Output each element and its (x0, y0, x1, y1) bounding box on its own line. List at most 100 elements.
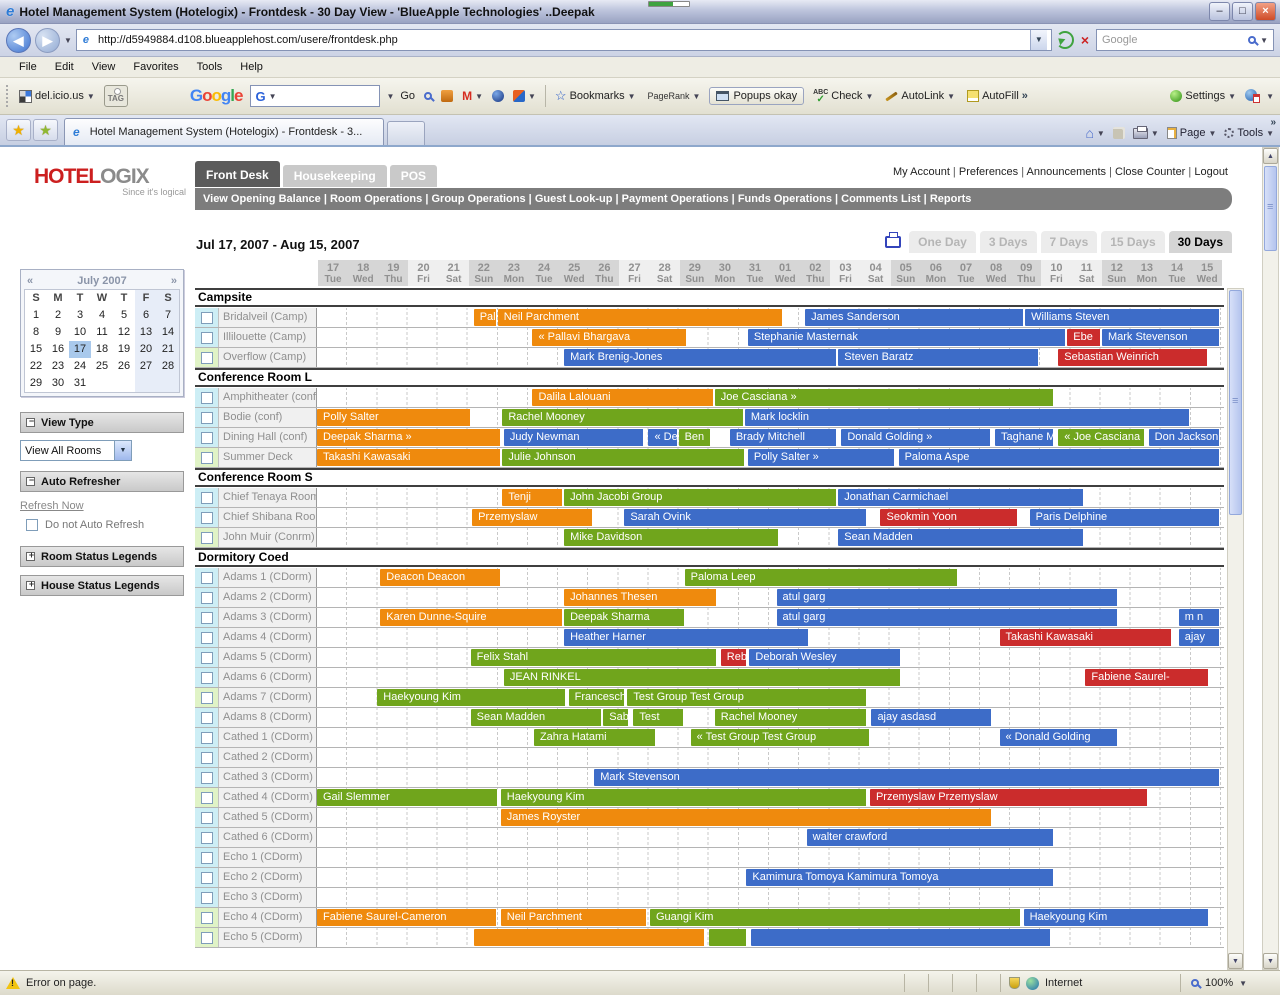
booking-bar[interactable]: Reb (720, 649, 747, 666)
minimize-button[interactable]: – (1209, 2, 1230, 21)
booking-bar[interactable]: Deepak Sharma » (317, 429, 502, 446)
search-box[interactable]: Google ▼ (1096, 29, 1274, 51)
menu-file[interactable]: File (10, 61, 46, 73)
settings-button[interactable]: Settings ▼ (1167, 88, 1239, 104)
calendar-day[interactable]: 12 (113, 324, 135, 341)
booking-bar[interactable]: Rachel Mooney (502, 409, 744, 426)
booking-bar[interactable]: Sean Madden (470, 709, 603, 726)
calendar-next-icon[interactable]: » (171, 275, 177, 287)
calendar-day[interactable]: 6 (135, 307, 157, 324)
grid-scroll-down-icon[interactable]: ▼ (1228, 953, 1243, 969)
booking-bar[interactable]: Stephanie Masternak (747, 329, 1067, 346)
blogger-button[interactable]: ▼ (510, 88, 539, 104)
ops-menu-group-operations[interactable]: Group Operations (431, 193, 525, 205)
calendar-day[interactable]: 2 (47, 307, 69, 324)
dropdown-arrow-icon[interactable]: ▼ (114, 441, 131, 460)
room-checkbox[interactable] (200, 891, 213, 904)
page-menu-button[interactable]: Page ▼ (1166, 127, 1216, 139)
error-warning-icon[interactable] (6, 977, 20, 989)
booking-bar[interactable]: « Joe Casciana (1058, 429, 1145, 446)
sidebar-section-auto-refresher[interactable]: Auto Refresher (20, 471, 184, 492)
calendar-day[interactable]: 1 (25, 307, 47, 324)
booking-bar[interactable]: Fabiene Saurel- (1085, 669, 1210, 686)
send-to-button[interactable] (1245, 89, 1261, 103)
bookmarks-button[interactable]: ☆ Bookmarks ▼ (552, 86, 639, 106)
room-checkbox[interactable] (200, 431, 213, 444)
booking-bar[interactable]: Neil Parchment (497, 309, 784, 326)
print-button[interactable]: ▼ (1132, 125, 1159, 139)
autolink-dropdown-icon[interactable]: ▼ (947, 92, 955, 101)
room-checkbox[interactable] (200, 351, 213, 364)
calendar-day[interactable]: 11 (91, 324, 113, 341)
bookmarks-dropdown-icon[interactable]: ▼ (628, 92, 636, 101)
room-checkbox[interactable] (200, 691, 213, 704)
autofill-button[interactable]: AutoFill » (964, 88, 1031, 104)
booking-bar[interactable]: Judy Newman (503, 429, 645, 446)
account-link-announcements[interactable]: Announcements (1027, 166, 1107, 178)
ops-menu-comments-list[interactable]: Comments List (841, 193, 920, 205)
view-30-days[interactable]: 30 Days (1168, 231, 1232, 253)
account-link-preferences[interactable]: Preferences (959, 166, 1018, 178)
booking-bar[interactable]: JEAN RINKEL (503, 669, 901, 686)
room-checkbox[interactable] (200, 651, 213, 664)
booking-bar[interactable]: Przemyslaw Przemyslaw (869, 789, 1148, 806)
page-scrollbar-thumb[interactable] (1264, 166, 1277, 251)
room-checkbox[interactable] (200, 631, 213, 644)
url-text[interactable]: http://d5949884.d108.blueapplehost.com/u… (98, 34, 1026, 46)
tools-dropdown-icon[interactable]: ▼ (1266, 129, 1274, 138)
booking-bar[interactable]: Johannes Thesen (564, 589, 717, 606)
booking-bar[interactable]: Don Jackson (1148, 429, 1220, 446)
feeds-icon[interactable] (1112, 127, 1125, 139)
calendar-prev-icon[interactable]: « (27, 275, 33, 287)
ops-menu-room-operations[interactable]: Room Operations (330, 193, 422, 205)
booking-bar[interactable]: m n (1178, 609, 1220, 626)
tag-button[interactable]: TAG (103, 85, 128, 107)
ops-menu-funds-operations[interactable]: Funds Operations (738, 193, 832, 205)
google-search-dropdown-icon[interactable]: ▼ (269, 92, 277, 101)
grid-scrollbar-thumb[interactable] (1229, 290, 1242, 515)
booking-bar[interactable]: Takashi Kawasaki (317, 449, 502, 466)
room-checkbox[interactable] (200, 511, 213, 524)
tab-housekeeping[interactable]: Housekeeping (282, 165, 387, 187)
send-to-dropdown-icon[interactable]: ▼ (1266, 92, 1274, 101)
blogger-dropdown-icon[interactable]: ▼ (528, 92, 536, 101)
booking-bar[interactable]: Felix Stahl (470, 649, 717, 666)
calendar-day[interactable]: 25 (91, 358, 113, 375)
auto-refresh-checkbox[interactable] (26, 519, 38, 531)
page-scroll-down-icon[interactable]: ▼ (1263, 953, 1278, 969)
spellcheck-dropdown-icon[interactable]: ▼ (865, 92, 873, 101)
booking-bar[interactable]: Palla (473, 309, 497, 326)
calendar-day[interactable]: 23 (47, 358, 69, 375)
booking-bar[interactable]: Sab (603, 709, 630, 726)
booking-bar[interactable]: Ebe (1067, 329, 1101, 346)
delicious-button[interactable]: del.icio.us ▼ (16, 88, 98, 105)
view-one-day[interactable]: One Day (909, 231, 976, 253)
booking-bar[interactable]: atul garg (776, 609, 1118, 626)
booking-bar[interactable]: Mike Davidson (564, 529, 779, 546)
booking-bar[interactable]: Sarah Ovink (624, 509, 868, 526)
booking-bar[interactable]: Zahra Hatami (533, 729, 657, 746)
ops-menu-reports[interactable]: Reports (930, 193, 972, 205)
room-checkbox[interactable] (200, 311, 213, 324)
search-placeholder[interactable]: Google (1102, 34, 1244, 46)
calendar-day[interactable]: 26 (113, 358, 135, 375)
booking-bar[interactable]: Sebastian Weinrich (1058, 349, 1208, 366)
booking-bar[interactable]: ajay (1178, 629, 1220, 646)
booking-bar[interactable]: Williams Steven (1025, 309, 1220, 326)
view-type-dropdown[interactable]: View All Rooms ▼ (20, 440, 132, 461)
stop-icon[interactable]: × (1078, 32, 1092, 48)
delicious-dropdown-icon[interactable]: ▼ (87, 92, 95, 101)
room-checkbox[interactable] (200, 671, 213, 684)
booking-bar[interactable]: atul garg (776, 589, 1118, 606)
room-checkbox[interactable] (200, 531, 213, 544)
favorites-button[interactable]: ★ (6, 119, 31, 141)
booking-bar[interactable]: Mark Stevenson (594, 769, 1220, 786)
booking-bar[interactable]: Donald Golding » (841, 429, 991, 446)
calendar-day[interactable]: 15 (25, 341, 47, 358)
toolbar-overflow-icon[interactable]: » (1022, 90, 1028, 102)
gmail-button[interactable]: M ▼ (459, 87, 486, 105)
room-checkbox[interactable] (200, 571, 213, 584)
booking-bar[interactable]: « Test Group Test Group (690, 729, 871, 746)
room-checkbox[interactable] (200, 411, 213, 424)
booking-bar[interactable]: Tenji (502, 489, 564, 506)
